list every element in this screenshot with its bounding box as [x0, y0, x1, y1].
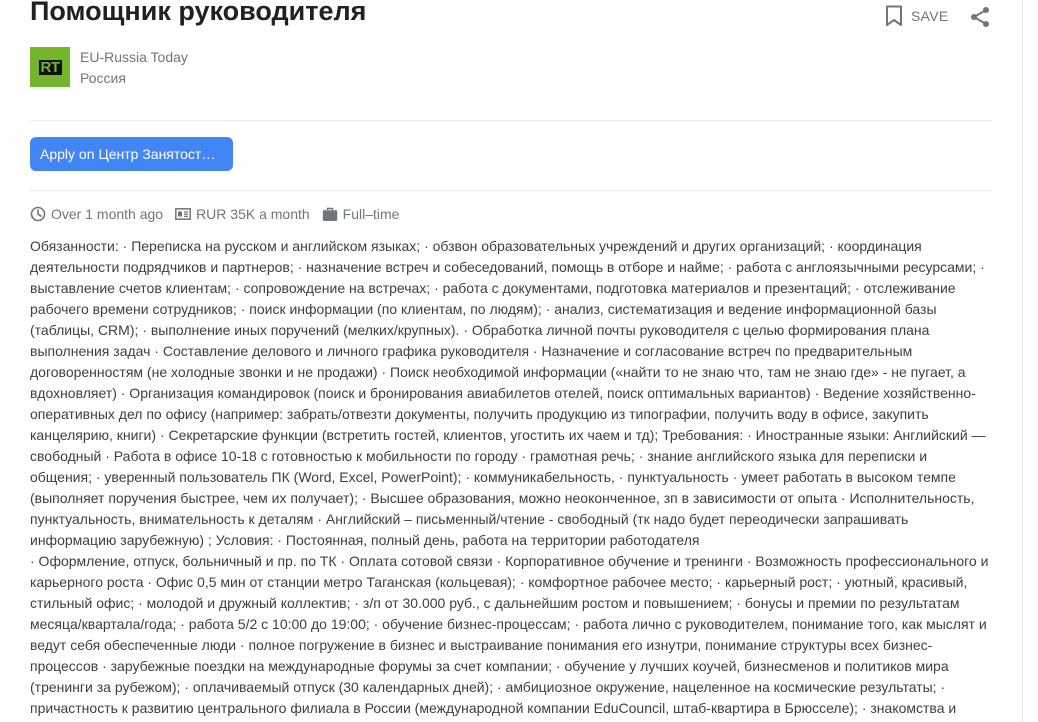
company-logo: RT: [30, 47, 70, 87]
company-location: Россия: [80, 70, 126, 86]
share-icon: [971, 7, 989, 27]
apply-button[interactable]: Apply on Центр Занятост…: [30, 137, 233, 171]
posted-text: Over 1 month ago: [51, 206, 164, 222]
company-block: RT EU-Russia Today Россия: [30, 47, 188, 89]
company-logo-text: RT: [38, 58, 62, 76]
title-row: Помощник руководителя SAVE: [30, 0, 992, 34]
salary-text: RUR 35K a month: [196, 206, 310, 222]
job-meta-row: Over 1 month ago RUR 35K a month Full–ti…: [30, 206, 411, 222]
description-paragraph: Обязанности: · Переписка на русском и ан…: [30, 238, 986, 548]
divider: [30, 190, 992, 191]
job-detail-panel: Помощник руководителя SAVE RT EU-Russia …: [30, 0, 992, 716]
save-label: SAVE: [911, 8, 949, 24]
job-detail-page: Помощник руководителя SAVE RT EU-Russia …: [0, 0, 1038, 722]
description-paragraph: · Оформление, отпуск, больничный и пр. п…: [30, 553, 989, 716]
save-button[interactable]: SAVE: [885, 5, 949, 27]
money-icon: [175, 208, 192, 220]
employment-text: Full–time: [342, 206, 400, 222]
bookmark-icon: [886, 5, 902, 26]
salary-meta: RUR 35K a month: [175, 206, 310, 222]
briefcase-icon: [322, 207, 337, 221]
posted-meta: Over 1 month ago: [30, 206, 163, 222]
clock-icon: [30, 206, 46, 222]
panel-border: [1022, 0, 1023, 722]
job-title: Помощник руководителя: [30, 0, 367, 26]
company-name: EU-Russia Today: [80, 49, 188, 65]
job-description: Обязанности: · Переписка на русском и ан…: [30, 236, 992, 719]
share-button[interactable]: [969, 6, 991, 33]
divider: [30, 120, 992, 121]
company-info: EU-Russia Today Россия: [80, 47, 188, 89]
employment-meta: Full–time: [322, 206, 400, 222]
